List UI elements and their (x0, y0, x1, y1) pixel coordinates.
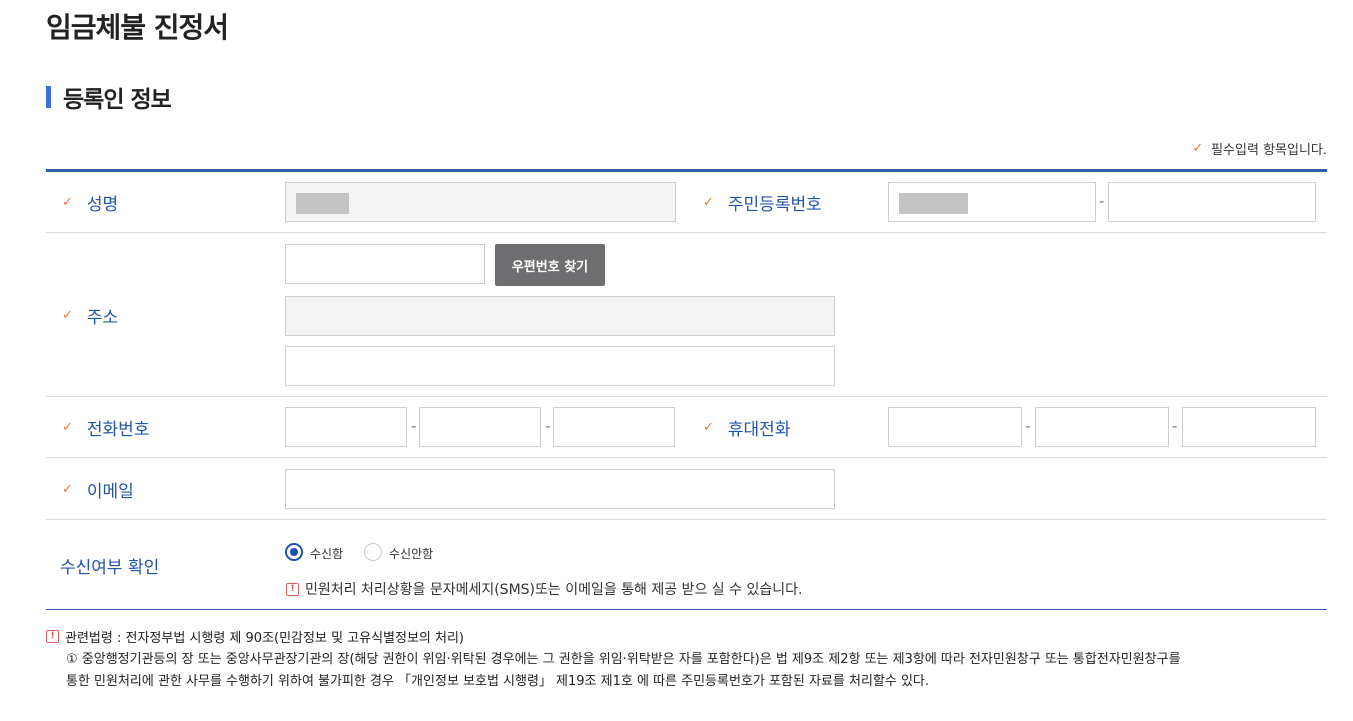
exclamation-box-icon: ! (286, 582, 299, 596)
mobile-part2-field[interactable] (1035, 407, 1169, 447)
registrant-form: ✓ 성명 ✓ 주민등록번호 - ✓ 주소 우편번호 찾기 ✓ 전화번호 - - … (46, 169, 1327, 610)
mobile-part3-field[interactable] (1182, 407, 1316, 447)
law-text-line-2: 통한 민원처리에 관한 사무를 수행하기 위하여 불가피한 경우 「개인정보 보… (66, 674, 930, 689)
law-text-line-1: ① 중앙행정기관등의 장 또는 중앙사무관장기관의 장(해당 권한이 위임·위탁… (66, 652, 1181, 667)
form-row-phone: ✓ 전화번호 - - ✓ 휴대전화 - - (46, 397, 1327, 458)
dash-separator: - (545, 417, 551, 435)
rrn-label: ✓ 주민등록번호 (703, 172, 822, 233)
required-note: ✓ 필수입력 항목입니다. (1192, 139, 1327, 158)
receive-label: 수신여부 확인 (60, 557, 160, 578)
required-note-text: 필수입력 항목입니다. (1211, 143, 1327, 158)
section-bar (46, 86, 51, 108)
zipcode-search-button[interactable]: 우편번호 찾기 (495, 244, 605, 286)
radio-receive-no-label[interactable]: 수신안함 (389, 545, 433, 562)
form-row-email: ✓ 이메일 (46, 458, 1327, 520)
dash-separator: - (1025, 417, 1031, 435)
email-field[interactable] (285, 469, 835, 509)
check-icon: ✓ (62, 420, 73, 435)
name-field[interactable] (285, 182, 676, 222)
check-icon: ✓ (62, 307, 73, 323)
address-detail-field[interactable] (285, 346, 835, 386)
masked-value (899, 193, 968, 214)
phone-part2-field[interactable] (419, 407, 541, 447)
form-row-address: ✓ 주소 우편번호 찾기 (46, 233, 1327, 397)
address-label: ✓ 주소 (62, 233, 118, 397)
address-main-field[interactable] (285, 296, 835, 336)
form-row-receive: 수신여부 확인 수신함 수신안함 ! 민원처리 처리상황을 문자메세지(SMS)… (46, 520, 1327, 610)
form-row-name: ✓ 성명 ✓ 주민등록번호 - (46, 172, 1327, 233)
check-icon: ✓ (1192, 141, 1204, 156)
receive-note: ! 민원처리 처리상황을 문자메세지(SMS)또는 이메일을 통해 제공 받으 … (286, 579, 802, 599)
dash-separator: - (1099, 192, 1105, 210)
radio-receive-no[interactable] (364, 543, 382, 561)
mobile-part1-field[interactable] (888, 407, 1022, 447)
radio-receive-yes-label[interactable]: 수신함 (310, 545, 343, 562)
phone-label: ✓ 전화번호 (62, 397, 149, 458)
zipcode-field[interactable] (285, 244, 485, 284)
masked-value (296, 193, 349, 214)
email-label: ✓ 이메일 (62, 458, 134, 520)
email-label-text: 이메일 (86, 481, 134, 502)
section-title: 등록인 정보 (63, 87, 172, 113)
rrn-front-field[interactable] (888, 182, 1096, 222)
check-icon: ✓ (703, 420, 714, 435)
phone-part1-field[interactable] (285, 407, 407, 447)
dash-separator: - (411, 417, 417, 435)
law-notice: ! 관련법령 : 전자정부법 시행령 제 90조(민감정보 및 고유식별정보의 … (46, 626, 1327, 693)
receive-note-text: 민원처리 처리상황을 문자메세지(SMS)또는 이메일을 통해 제공 받으 실 … (305, 582, 803, 598)
check-icon: ✓ (703, 195, 714, 210)
rrn-back-field[interactable] (1108, 182, 1316, 222)
name-label-text: 성명 (86, 195, 119, 215)
section-header: 등록인 정보 (46, 82, 172, 113)
mobile-label-text: 휴대전화 (727, 420, 791, 440)
law-title: 관련법령 : 전자정부법 시행령 제 90조(민감정보 및 고유식별정보의 처리… (65, 630, 465, 646)
phone-label-text: 전화번호 (86, 420, 150, 440)
page-title: 임금체불 진정서 (46, 11, 229, 44)
check-icon: ✓ (62, 481, 73, 497)
phone-part3-field[interactable] (553, 407, 675, 447)
address-label-text: 주소 (86, 307, 119, 328)
radio-receive-yes[interactable] (285, 543, 303, 561)
rrn-label-text: 주민등록번호 (727, 195, 822, 215)
name-label: ✓ 성명 (62, 172, 118, 233)
exclamation-box-icon: ! (46, 629, 59, 643)
check-icon: ✓ (62, 195, 73, 210)
dash-separator: - (1172, 417, 1178, 435)
mobile-label: ✓ 휴대전화 (703, 397, 790, 458)
